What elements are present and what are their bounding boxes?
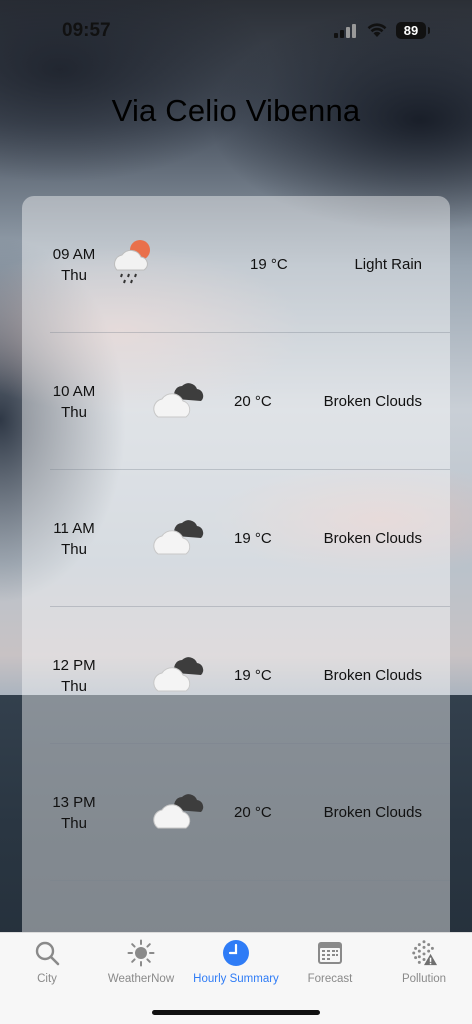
tab-label: City — [37, 973, 57, 985]
day-label: Thu — [61, 266, 87, 284]
search-icon — [33, 939, 61, 967]
hour-cell: 09 AM Thu — [50, 196, 98, 333]
tab-label: Hourly Summary — [193, 973, 279, 985]
temperature: 20 °C — [234, 393, 272, 410]
hour-cell: 12 PM Thu — [50, 607, 98, 744]
tab-label: Forecast — [307, 973, 353, 985]
battery-indicator: 89 — [396, 22, 430, 39]
condition-text: Broken Clouds — [323, 804, 422, 821]
tab-city[interactable]: City — [0, 939, 94, 989]
day-label: Thu — [61, 540, 87, 558]
condition-text: Broken Clouds — [323, 393, 422, 410]
temperature: 19 °C — [234, 530, 272, 547]
sun-icon — [127, 939, 155, 967]
day-label: Thu — [61, 677, 87, 695]
pollution-warning-icon — [410, 939, 438, 967]
hour-cell: 10 AM Thu — [50, 333, 98, 470]
tab-hourly-summary[interactable]: Hourly Summary — [189, 939, 283, 989]
condition-text: Broken Clouds — [323, 530, 422, 547]
broken-clouds-icon — [153, 383, 204, 418]
page-title: Via Celio Vibenna — [111, 93, 361, 128]
tab-forecast[interactable]: Forecast — [283, 939, 377, 989]
temperature: 19 °C — [234, 667, 272, 684]
hour-label: 09 AM — [52, 245, 96, 263]
hourly-row: 13 PM Thu 20 °C Broken Clouds — [50, 744, 450, 881]
tab-pollution[interactable]: Pollution — [377, 939, 471, 989]
condition-text: Light Rain — [354, 256, 422, 273]
tab-label: WeatherNow — [107, 973, 175, 985]
status-bar: 09:57 89 — [0, 0, 472, 60]
light-rain-icon — [114, 240, 150, 284]
broken-clouds-icon — [153, 520, 204, 555]
calendar-icon — [316, 939, 344, 967]
wifi-icon — [367, 23, 387, 37]
cellular-signal-icon — [334, 24, 358, 38]
hour-cell: 13 PM Thu — [50, 744, 98, 881]
tab-bar: City WeatherNow Hourly Summary Forecast … — [0, 932, 472, 1024]
day-label: Thu — [61, 403, 87, 421]
hourly-list[interactable]: 09 AM Thu 19 °C Light Rain 10 AM Thu 20 … — [22, 196, 450, 956]
hour-label: 10 AM — [52, 382, 96, 400]
hourly-row: 09 AM Thu 19 °C Light Rain — [50, 196, 450, 333]
hourly-row: 10 AM Thu 20 °C Broken Clouds — [50, 333, 450, 470]
status-time: 09:57 — [62, 20, 111, 41]
broken-clouds-icon — [153, 794, 204, 829]
temperature: 20 °C — [234, 804, 272, 821]
day-label: Thu — [61, 814, 87, 832]
home-indicator[interactable] — [152, 1010, 320, 1015]
hour-label: 12 PM — [52, 656, 96, 674]
tab-weathernow[interactable]: WeatherNow — [94, 939, 188, 989]
clock-icon — [222, 939, 250, 967]
broken-clouds-icon — [153, 657, 204, 692]
condition-text: Broken Clouds — [323, 667, 422, 684]
hour-label: 13 PM — [52, 793, 96, 811]
temperature: 19 °C — [250, 256, 288, 273]
hour-label: 11 AM — [53, 519, 95, 537]
tab-label: Pollution — [401, 973, 447, 985]
hourly-row: 11 AM Thu 19 °C Broken Clouds — [50, 470, 450, 607]
hourly-row: 12 PM Thu 19 °C Broken Clouds — [50, 607, 450, 744]
hour-cell: 11 AM Thu — [50, 470, 98, 607]
